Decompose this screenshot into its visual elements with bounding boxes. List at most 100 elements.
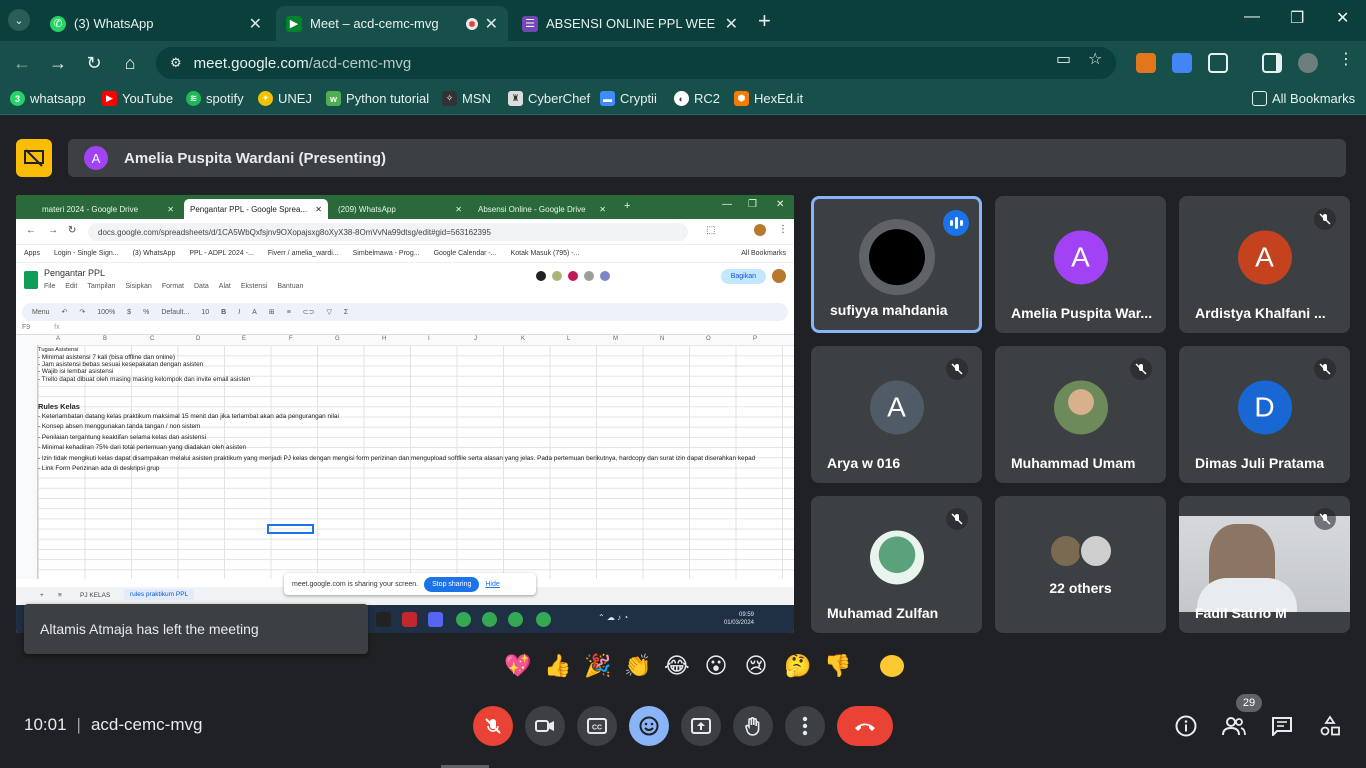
- window-close-icon[interactable]: ✕: [1336, 8, 1349, 28]
- thinking-face-icon[interactable]: 🤔: [784, 653, 811, 679]
- people-button[interactable]: [1222, 714, 1246, 738]
- address-bar[interactable]: ⚙ meet.google.com /acd-cemc-mvg: [156, 47, 1116, 79]
- arrow-right-icon[interactable]: →: [46, 51, 70, 75]
- bookmark-unej[interactable]: ✦ UNEJ: [258, 91, 312, 106]
- reactions-button[interactable]: [629, 706, 669, 746]
- participant-tile[interactable]: Muhamad Zulfan: [811, 496, 982, 633]
- extensions-icon[interactable]: [1208, 53, 1228, 73]
- bookmark-hexedit[interactable]: ⬢ HexEd.it: [734, 91, 803, 106]
- close-icon[interactable]: ✕: [725, 14, 738, 34]
- skin-tone-icon[interactable]: [880, 655, 904, 677]
- clock-time: 09:59: [738, 612, 754, 618]
- all-bookmarks[interactable]: All Bookmarks: [1252, 91, 1355, 106]
- bookmark-label: Cryptii: [620, 91, 657, 106]
- bookmark-spotify[interactable]: ≋ spotify: [186, 91, 244, 106]
- close-icon[interactable]: ✕: [485, 14, 498, 34]
- close-icon[interactable]: ✕: [249, 14, 262, 34]
- new-tab-icon[interactable]: +: [758, 8, 771, 34]
- tab-meet[interactable]: ▶ Meet – acd-cemc-mvg ✕: [276, 6, 508, 41]
- star-icon[interactable]: ☆: [1088, 49, 1102, 69]
- app-icon: [402, 612, 417, 627]
- bookmark-rc2[interactable]: ◐ RC2: [674, 91, 720, 106]
- sharing-text: meet.google.com is sharing your screen.: [292, 580, 419, 588]
- crying-face-icon[interactable]: 😢: [744, 653, 768, 679]
- surprised-face-icon[interactable]: 😮: [704, 653, 728, 679]
- bookmark-msn[interactable]: ✧ MSN: [442, 91, 491, 106]
- captions-button[interactable]: CC: [577, 706, 617, 746]
- close-icon: ✕: [599, 204, 606, 214]
- hang-up-icon: [855, 723, 875, 731]
- bookmark-label: All Bookmarks: [1272, 91, 1356, 106]
- participant-tile[interactable]: sufiyya mahdania: [811, 196, 982, 333]
- browser-tab-bar: ⌄ ✆ (3) WhatsApp ✕ ▶ Meet – acd-cemc-mvg…: [0, 0, 1366, 41]
- participant-tile[interactable]: A Arya w 016: [811, 346, 982, 483]
- participant-name: sufiyya mahdania: [830, 302, 948, 318]
- participant-tile[interactable]: Fadil Satrio M: [1179, 496, 1350, 633]
- participant-tile[interactable]: 22 others: [995, 496, 1166, 633]
- participant-tile[interactable]: D Dimas Juli Pratama: [1179, 346, 1350, 483]
- chevron-down-icon[interactable]: ⌄: [8, 9, 30, 31]
- column-header: L: [567, 336, 571, 342]
- more-options-icon: [802, 716, 808, 736]
- bookmark-label: HexEd.it: [754, 91, 804, 106]
- bookmark-whatsapp[interactable]: 3 whatsapp: [10, 91, 86, 106]
- participant-tile[interactable]: A Ardistya Khalfani ...: [1179, 196, 1350, 333]
- menu-dots-icon: ⋮: [778, 224, 788, 235]
- clapping-hands-icon[interactable]: 👏: [624, 653, 651, 679]
- bookmark-cryptii[interactable]: ▬ Cryptii: [600, 91, 657, 106]
- leave-call-button[interactable]: [837, 706, 893, 746]
- sparkling-heart-icon[interactable]: 💖: [504, 653, 531, 679]
- video-camera-icon[interactable]: ▭: [1056, 49, 1071, 69]
- more-options-button[interactable]: [785, 706, 825, 746]
- activities-button[interactable]: [1318, 714, 1342, 738]
- formula-bar: F9 fx: [16, 321, 794, 335]
- menu-dots-icon[interactable]: ⋮: [1338, 49, 1354, 69]
- translate-icon[interactable]: [1172, 53, 1192, 73]
- bookmark-python[interactable]: w Python tutorial: [326, 91, 429, 106]
- shared-tab-title: materi 2024 - Google Drive: [42, 204, 139, 214]
- participant-tile[interactable]: Muhammad Umam: [995, 346, 1166, 483]
- arrow-left-icon[interactable]: ←: [10, 51, 34, 75]
- profile-avatar[interactable]: [1298, 53, 1318, 73]
- bookmark-cyberchef[interactable]: ♜ CyberChef: [508, 91, 590, 106]
- chat-button[interactable]: [1270, 714, 1294, 738]
- avatar: [869, 529, 924, 584]
- tab-whatsapp[interactable]: ✆ (3) WhatsApp ✕: [40, 6, 272, 41]
- camera-icon: [535, 720, 554, 732]
- stop-presenting-button[interactable]: [16, 139, 52, 177]
- meeting-details-button[interactable]: [1174, 714, 1198, 738]
- home-icon[interactable]: ⌂: [118, 51, 142, 75]
- bookmark-youtube[interactable]: ▶ YouTube: [102, 91, 173, 106]
- present-button[interactable]: [681, 706, 721, 746]
- participant-name: Muhamad Zulfan: [827, 605, 939, 621]
- column-header: K: [521, 336, 526, 342]
- camera-toggle-button[interactable]: [525, 706, 565, 746]
- column-header: M: [613, 336, 618, 342]
- side-panel-icon[interactable]: [1262, 53, 1282, 73]
- metamask-icon[interactable]: [1136, 53, 1156, 73]
- link-icon: ⊂⊃: [302, 309, 315, 316]
- cell-text: - Minimal asistensi 7 kali (bisa offline…: [38, 354, 175, 361]
- avatar: [568, 271, 578, 281]
- tab-absensi[interactable]: ☰ ABSENSI ONLINE PPL WEEK 2 K ✕: [512, 6, 748, 41]
- info-icon: [1175, 715, 1197, 737]
- reload-icon[interactable]: ↻: [82, 51, 106, 75]
- restore-icon[interactable]: ❐: [1290, 8, 1304, 28]
- mic-off-icon: [1314, 208, 1336, 230]
- participant-name: Dimas Juli Pratama: [1195, 455, 1325, 471]
- mic-toggle-button[interactable]: [473, 706, 513, 746]
- tears-of-joy-icon[interactable]: 😂: [664, 653, 690, 679]
- whatsapp-icon: ✆: [50, 15, 66, 32]
- site-info-icon[interactable]: ⚙: [170, 55, 182, 71]
- raise-hand-button[interactable]: [733, 706, 773, 746]
- participant-tile[interactable]: A Amelia Puspita War...: [995, 196, 1166, 333]
- shared-tab-title: (209) WhatsApp: [338, 204, 396, 214]
- bookmarks-bar: 3 whatsapp ▶ YouTube ≋ spotify ✦ UNEJ w Pytho…: [0, 85, 1366, 115]
- filter-icon: ▽: [326, 309, 332, 316]
- thumbs-up-icon[interactable]: 👍: [544, 653, 571, 679]
- party-popper-icon[interactable]: 🎉: [584, 653, 611, 679]
- thumbs-down-icon[interactable]: 👎: [824, 653, 851, 679]
- column-header: H: [382, 336, 387, 342]
- minimize-icon[interactable]: —: [1244, 8, 1260, 26]
- shared-screen: materi 2024 - Google Drive ✕ Pengantar PP…: [16, 195, 794, 633]
